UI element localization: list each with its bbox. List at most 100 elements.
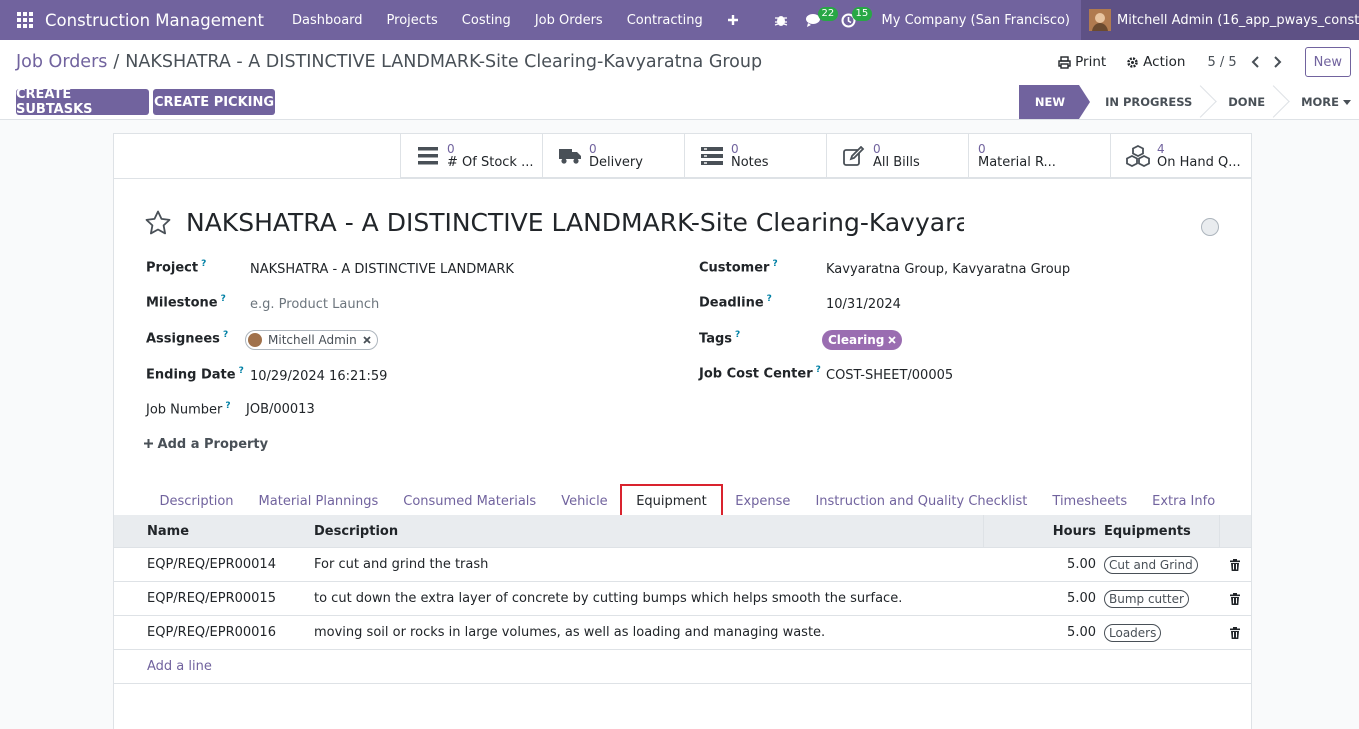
milestone-label: Milestone? [146, 294, 226, 311]
chevron-right-icon[interactable] [1267, 47, 1289, 77]
messages-icon[interactable]: 22 [798, 0, 839, 40]
stage-in-progress[interactable]: IN PROGRESS [1079, 85, 1206, 119]
clock-icon[interactable]: 15 [832, 0, 873, 40]
star-icon[interactable] [144, 209, 172, 237]
tag-chip[interactable]: Clearing [822, 330, 903, 350]
chevron-left-icon[interactable] [1245, 47, 1267, 77]
tab-instruction-quality-checklist[interactable]: Instruction and Quality Checklist [803, 484, 1040, 518]
navbar-systray: 22 15 My Company (San Francisco) Mitchel… [764, 0, 1359, 40]
apps-grid-icon[interactable] [13, 0, 37, 40]
add-line-row: Add a line [114, 650, 1251, 684]
bug-icon[interactable] [764, 0, 798, 40]
assignee-chip[interactable]: Mitchell Admin [245, 330, 378, 350]
customer-field[interactable]: Kavyaratna Group, Kavyaratna Group [826, 262, 1070, 277]
tab-extra-info[interactable]: Extra Info [1140, 484, 1228, 518]
menu-costing[interactable]: Costing [450, 13, 523, 28]
column-hours[interactable]: Hours [984, 524, 1100, 539]
menu-contracting[interactable]: Contracting [615, 13, 715, 28]
create-picking-button[interactable]: CREATE PICKING [153, 89, 275, 115]
breadcrumb-job-orders[interactable]: Job Orders [16, 52, 107, 72]
ending-date-label: Ending Date? [146, 366, 244, 383]
create-subtasks-button[interactable]: CREATE SUBTASKS [16, 87, 149, 117]
ending-date-field[interactable]: 10/29/2024 16:21:59 [250, 369, 387, 384]
form-sheet: 0 # Of Stock ... 0 Delivery 0 Notes 0 All Bi… [113, 133, 1252, 729]
breadcrumb-separator: / [113, 52, 120, 72]
table-header: Name Description Hours Equipments [114, 514, 1251, 548]
trash-icon[interactable] [1220, 558, 1250, 571]
smart-button-material-requests[interactable]: 0 Material R... [968, 134, 1110, 178]
customer-label: Customer? [699, 259, 778, 276]
menu-dashboard[interactable]: Dashboard [280, 13, 375, 28]
smart-label: Material R... [978, 156, 1056, 170]
action-button[interactable]: Action [1116, 47, 1195, 77]
assignees-label: Assignees? [146, 330, 229, 347]
tab-vehicle[interactable]: Vehicle [549, 484, 621, 518]
project-label: Project? [146, 259, 207, 276]
project-field[interactable]: NAKSHATRA - A DISTINCTIVE LANDMARK [250, 262, 514, 277]
column-description[interactable]: Description [314, 514, 984, 548]
smart-label: Delivery [589, 156, 643, 170]
tag-name: Clearing [828, 333, 885, 347]
new-button[interactable]: New [1304, 47, 1351, 77]
smart-buttons: 0 # Of Stock ... 0 Delivery 0 Notes 0 All Bi… [400, 134, 1252, 178]
smart-label: On Hand Q... [1157, 156, 1241, 170]
stage-new[interactable]: NEW [1018, 85, 1091, 119]
stage-done[interactable]: DONE [1206, 85, 1279, 119]
top-navbar: Construction Management Dashboard Projec… [0, 0, 1359, 40]
tab-material-plannings[interactable]: Material Plannings [246, 484, 391, 518]
plus-icon [144, 439, 153, 448]
truck-icon [557, 143, 583, 169]
row-name: EQP/REQ/EPR00014 [147, 557, 276, 572]
smart-value: 0 [589, 142, 597, 156]
record-title-row: NAKSHATRA - A DISTINCTIVE LANDMARK-Site … [144, 208, 964, 237]
caret-down-icon [1343, 99, 1351, 105]
deadline-label: Deadline? [699, 294, 772, 311]
smart-button-stock[interactable]: 0 # Of Stock ... [400, 134, 542, 178]
remove-icon[interactable] [363, 336, 371, 344]
table-row[interactable]: EQP/REQ/EPR00016 moving soil or rocks in… [114, 616, 1251, 650]
add-property-button[interactable]: Add a Property [144, 437, 268, 452]
row-name: EQP/REQ/EPR00016 [147, 625, 276, 640]
smart-button-delivery[interactable]: 0 Delivery [542, 134, 684, 178]
tab-equipment[interactable]: Equipment [620, 484, 723, 518]
job-cost-center-field[interactable]: COST-SHEET/00005 [826, 368, 953, 383]
print-button[interactable]: Print [1048, 47, 1116, 77]
column-equipments[interactable]: Equipments [1100, 514, 1220, 548]
trash-icon[interactable] [1220, 592, 1250, 605]
row-description: moving soil or rocks in large volumes, a… [314, 625, 826, 640]
plus-icon[interactable] [715, 14, 751, 26]
tab-description[interactable]: Description [147, 484, 246, 518]
tab-consumed-materials[interactable]: Consumed Materials [391, 484, 549, 518]
kanban-state-indicator[interactable] [1201, 218, 1219, 236]
smart-button-notes[interactable]: 0 Notes [684, 134, 826, 178]
row-description: to cut down the extra layer of concrete … [314, 591, 903, 606]
menu-projects[interactable]: Projects [375, 13, 450, 28]
app-brand[interactable]: Construction Management [45, 11, 264, 30]
pager-value[interactable]: 5 / 5 [1195, 55, 1244, 70]
smart-button-bills[interactable]: 0 All Bills [826, 134, 968, 178]
company-switcher[interactable]: My Company (San Francisco) [866, 13, 1081, 28]
record-title[interactable]: NAKSHATRA - A DISTINCTIVE LANDMARK-Site … [186, 208, 964, 237]
equipment-table: Name Description Hours Equipments EQP/RE… [114, 514, 1251, 684]
tab-timesheets[interactable]: Timesheets [1040, 484, 1140, 518]
deadline-field[interactable]: 10/31/2024 [826, 297, 901, 312]
milestone-field[interactable]: e.g. Product Launch [250, 297, 379, 312]
trash-icon[interactable] [1220, 626, 1250, 639]
sheet-header-divider [114, 178, 1251, 179]
table-row[interactable]: EQP/REQ/EPR00014 For cut and grind the t… [114, 548, 1251, 582]
user-menu[interactable]: Mitchell Admin (16_app_pways_const... [1081, 0, 1359, 40]
row-hours: 5.00 [1067, 591, 1096, 606]
remove-icon[interactable] [888, 336, 896, 344]
menu-job-orders[interactable]: Job Orders [523, 13, 615, 28]
smart-button-on-hand[interactable]: 4 On Hand Q... [1110, 134, 1252, 178]
equipment-badge: Cut and Grind [1104, 555, 1198, 574]
table-row[interactable]: EQP/REQ/EPR00015 to cut down the extra l… [114, 582, 1251, 616]
equipment-badge: Loaders [1104, 623, 1162, 642]
add-line-button[interactable]: Add a line [114, 659, 212, 674]
row-hours: 5.00 [1067, 557, 1096, 572]
notebook-tabs: Description Material Plannings Consumed … [114, 484, 1251, 518]
stage-more-dropdown[interactable]: MORE [1279, 85, 1351, 119]
assignee-name: Mitchell Admin [268, 333, 357, 347]
tab-expense[interactable]: Expense [723, 484, 803, 518]
column-name[interactable]: Name [114, 524, 314, 539]
